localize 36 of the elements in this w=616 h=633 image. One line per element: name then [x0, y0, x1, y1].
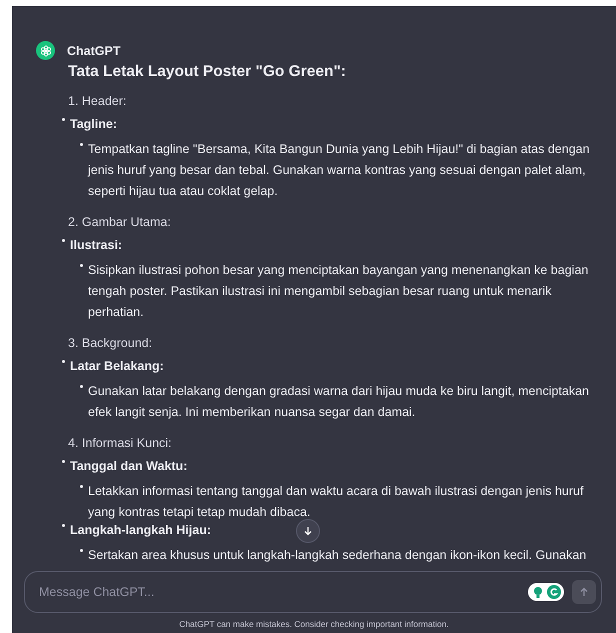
item-label: Ilustrasi:: [70, 238, 122, 252]
scroll-down-button[interactable]: [296, 519, 320, 543]
item-label: Tagline:: [70, 117, 117, 131]
message-title: Tata Letak Layout Poster "Go Green":: [68, 63, 347, 81]
author-name: ChatGPT: [67, 44, 120, 58]
bullet-icon: [62, 118, 65, 121]
lightbulb-icon: [531, 585, 545, 599]
item-paragraph: Sisipkan ilustrasi pohon besar yang menciptakan bayangan yang menenangkan ke bagian tengah poster. Pastikan ilustrasi ini mengambil sebagian besar ruang untuk menarik perhatian.: [88, 262, 588, 321]
item-paragraph: Tempatkan tagline "Bersama, Kita Bangun Dunia yang Lebih Hijau!" di bagian atas dengan jenis huruf yang besar dan tebal. Gunakan warna kontras yang sesuai dengan palet alam, seperti hijau tua atau coklat gelap.: [88, 141, 590, 200]
disclaimer-text: ChatGPT can make mistakes. Consider checking important information.: [178, 618, 450, 631]
bullet-icon: [80, 385, 83, 388]
extension-badge[interactable]: [528, 583, 564, 601]
item-paragraph: Letakkan informasi tentang tanggal dan waktu acara di bawah ilustrasi dengan jenis huruf yang kontras tetapi tetap mudah dibaca.: [88, 483, 584, 521]
bullet-icon: [80, 143, 83, 146]
arrow-down-icon: [302, 525, 314, 537]
section-heading: 4. Informasi Kunci:: [68, 436, 173, 450]
bullet-icon: [80, 549, 83, 552]
flower-icon: [40, 44, 52, 56]
arrow-up-icon: [578, 586, 590, 598]
bullet-icon: [62, 524, 65, 527]
bullet-icon: [80, 485, 83, 488]
section-heading: 3. Background:: [68, 336, 154, 350]
grammar-icon: [547, 585, 561, 599]
bullet-icon: [62, 239, 65, 242]
item-label: Latar Belakang:: [70, 359, 164, 373]
section-heading: 1. Header:: [68, 94, 128, 108]
item-label: Langkah-langkah Hijau:: [70, 523, 211, 537]
message-field[interactable]: Message ChatGPT...: [24, 571, 602, 613]
send-button[interactable]: [572, 580, 596, 604]
bullet-icon: [80, 264, 83, 267]
bullet-icon: [62, 360, 65, 363]
item-paragraph: Gunakan latar belakang dengan gradasi warna dari hijau muda ke biru langit, menciptakan efek langit senja. Ini memberikan nuansa segar dan damai.: [88, 383, 590, 421]
item-label: Tanggal dan Waktu:: [70, 459, 188, 473]
bullet-icon: [62, 460, 65, 463]
section-heading: 2. Gambar Utama:: [68, 215, 172, 229]
item-paragraph: Sertakan area khusus untuk langkah-langkah sederhana dengan ikon-ikon kecil. Gunakan: [88, 547, 586, 564]
